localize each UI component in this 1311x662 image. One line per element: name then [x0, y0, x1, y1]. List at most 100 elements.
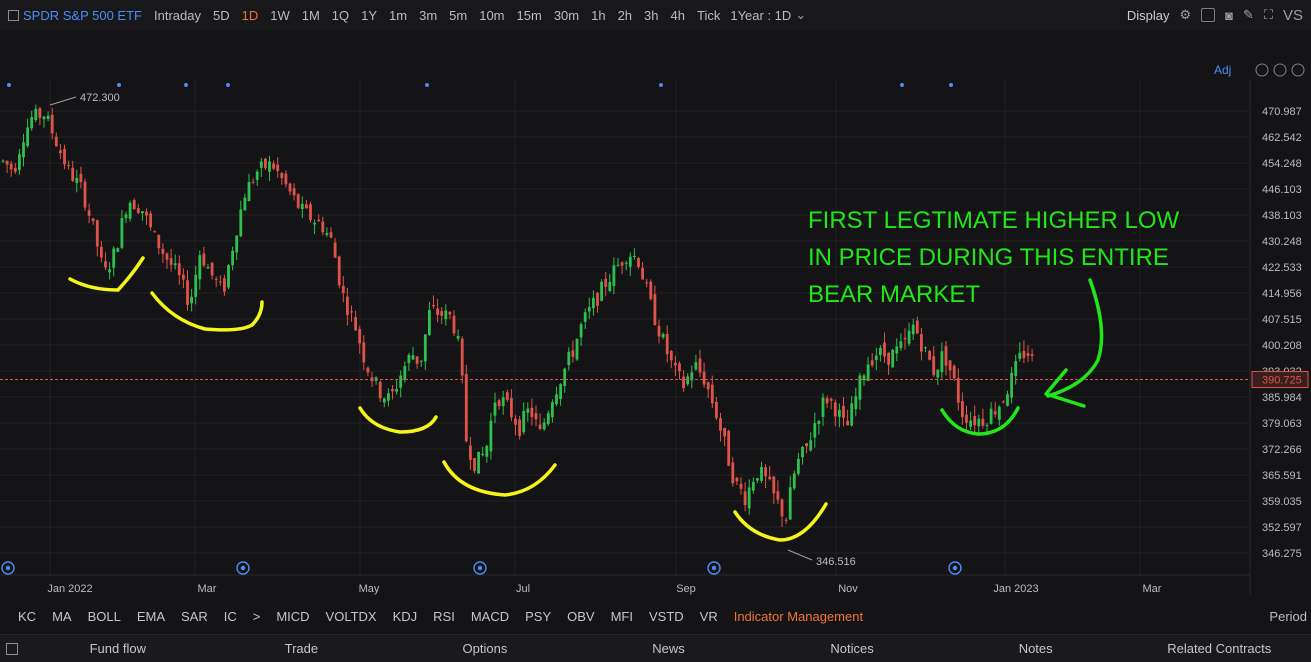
candle-body [993, 411, 997, 415]
tab-intraday[interactable]: Intraday [148, 8, 207, 23]
gear-icon[interactable]: ⚙ [1179, 7, 1191, 23]
zoom-out-icon[interactable] [1273, 63, 1287, 77]
candle-body [1018, 352, 1022, 359]
display-menu[interactable]: Display [1127, 8, 1170, 23]
tab-1m[interactable]: 1M [296, 8, 326, 23]
indicator-ma[interactable]: MA [44, 609, 80, 624]
panel-toggle-checkbox[interactable] [6, 642, 18, 655]
candle-body [838, 409, 841, 417]
candle-body [854, 396, 858, 410]
candle-body [337, 256, 341, 286]
tab-30m[interactable]: 30m [548, 8, 585, 23]
period-button[interactable]: Period [1261, 609, 1311, 624]
indicator-kc[interactable]: KC [10, 609, 44, 624]
candle-body [423, 334, 427, 362]
indicator-management-link[interactable]: Indicator Management [726, 609, 871, 624]
indicator-ema[interactable]: EMA [129, 609, 173, 624]
indicator-obv[interactable]: OBV [559, 609, 602, 624]
tab-4h[interactable]: 4h [665, 8, 691, 23]
indicator-sar[interactable]: SAR [173, 609, 216, 624]
price-chart[interactable]: Adj 470.987462.542454.248446.103438.1034… [0, 30, 1311, 604]
ticker-checkbox-icon[interactable] [8, 9, 19, 21]
candle-body [751, 481, 755, 491]
zoom-in-icon[interactable] [1291, 63, 1305, 77]
indicator-voltdx[interactable]: VOLTDX [318, 609, 385, 624]
chevron-down-icon[interactable]: ⌄ [795, 7, 806, 23]
tab-5m[interactable]: 5m [443, 8, 473, 23]
tab-1w[interactable]: 1W [264, 8, 296, 23]
tab-trade[interactable]: Trade [210, 641, 394, 656]
candle-body [415, 356, 419, 364]
ticker-selector[interactable]: SPDR S&P 500 ETF [8, 8, 142, 23]
indicator-kdj[interactable]: KDJ [385, 609, 426, 624]
candle-body [485, 445, 489, 457]
indicator-more[interactable]: > [245, 609, 269, 624]
candle-body [391, 388, 394, 392]
candle-body [792, 473, 796, 489]
tab-1y[interactable]: 1Y [355, 8, 383, 23]
price-tick-label: 430.248 [1262, 236, 1302, 248]
candle-body [932, 356, 936, 376]
candle-body [182, 274, 185, 280]
candle-body [743, 491, 747, 506]
time-tick-label: Jan 2023 [993, 583, 1038, 595]
time-tick-label: May [359, 583, 380, 595]
tab-5d[interactable]: 5D [207, 8, 236, 23]
bottom-panel-tabs: Fund flow Trade Options News Notices Notes Rel… [0, 634, 1311, 662]
tab-15m[interactable]: 15m [511, 8, 548, 23]
candle-body [760, 466, 763, 481]
tab-1m[interactable]: 1m [383, 8, 413, 23]
indicator-psy[interactable]: PSY [517, 609, 559, 624]
tab-10m[interactable]: 10m [473, 8, 510, 23]
tab-1d[interactable]: 1D [236, 8, 265, 23]
vs-button[interactable]: VS [1283, 7, 1303, 24]
candle-body [13, 167, 17, 172]
range-select[interactable]: 1Year : 1D [730, 8, 791, 23]
candle-body [223, 278, 226, 292]
camera-icon[interactable]: ◙ [1225, 8, 1233, 23]
candle-body [464, 374, 468, 442]
candle-body [18, 154, 21, 171]
tab-1q[interactable]: 1Q [326, 8, 355, 23]
tab-news[interactable]: News [577, 641, 761, 656]
tab-related-contracts[interactable]: Related Contracts [1127, 641, 1311, 656]
candle-body [497, 400, 501, 407]
indicator-micd[interactable]: MICD [268, 609, 317, 624]
earnings-marker-dot [477, 565, 483, 571]
candle-body [997, 406, 1001, 420]
pencil-icon[interactable]: ✎ [1243, 7, 1254, 23]
time-tick-label: Jan 2022 [47, 583, 92, 595]
indicator-boll[interactable]: BOLL [80, 609, 129, 624]
tab-notices[interactable]: Notices [760, 641, 944, 656]
indicator-vstd[interactable]: VSTD [641, 609, 692, 624]
tab-3m[interactable]: 3m [413, 8, 443, 23]
candle-body [440, 311, 444, 316]
reset-icon[interactable] [1255, 63, 1269, 77]
indicator-macd[interactable]: MACD [463, 609, 517, 624]
indicator-vr[interactable]: VR [692, 609, 726, 624]
candle-body [210, 262, 214, 276]
candle-body [505, 392, 509, 400]
tab-2h[interactable]: 2h [612, 8, 638, 23]
layout-icon[interactable] [1201, 8, 1216, 22]
candle-body [9, 163, 13, 170]
tab-3h[interactable]: 3h [638, 8, 664, 23]
price-tick-label: 454.248 [1262, 158, 1302, 170]
chart-grid: Adj [0, 63, 1305, 595]
tab-1h[interactable]: 1h [585, 8, 611, 23]
ticker-name[interactable]: SPDR S&P 500 ETF [23, 8, 142, 23]
tab-notes[interactable]: Notes [944, 641, 1128, 656]
indicator-ic[interactable]: IC [216, 609, 245, 624]
tab-fund-flow[interactable]: Fund flow [26, 641, 210, 656]
candle-body [75, 177, 79, 184]
tab-tick[interactable]: Tick [691, 8, 726, 23]
candle-body [132, 200, 136, 210]
indicator-mfi[interactable]: MFI [603, 609, 641, 624]
candle-body [661, 334, 665, 338]
fullscreen-icon[interactable]: ⛶ [1264, 7, 1273, 23]
indicator-rsi[interactable]: RSI [425, 609, 463, 624]
candle-body [321, 221, 325, 233]
candle-body [1, 160, 5, 162]
adj-toggle[interactable]: Adj [1214, 63, 1231, 77]
tab-options[interactable]: Options [393, 641, 577, 656]
